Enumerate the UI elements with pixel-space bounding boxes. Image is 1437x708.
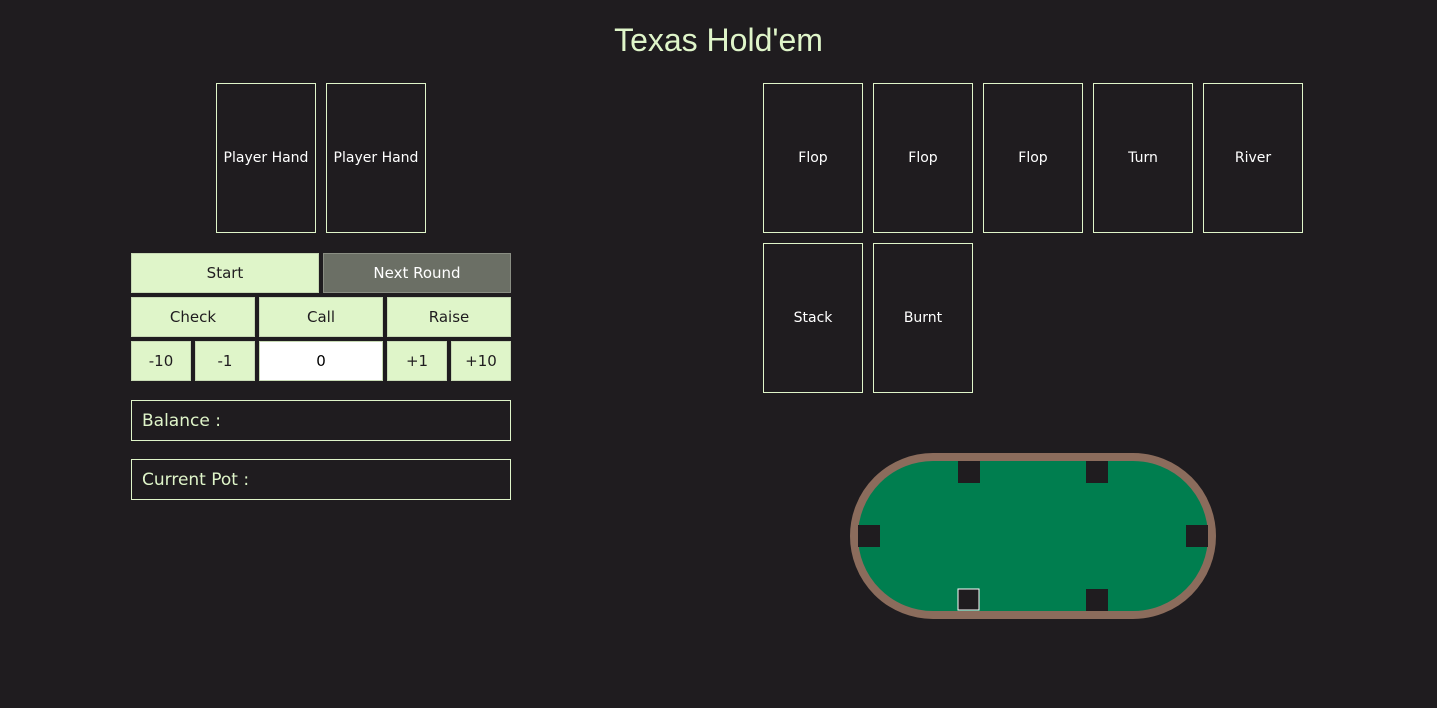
seat-player[interactable]: [957, 588, 980, 611]
poker-table: [850, 453, 1217, 624]
plus-ten-button[interactable]: +10: [451, 341, 511, 381]
current-pot-display: Current Pot :: [131, 459, 511, 500]
current-pot-label: Current Pot :: [142, 469, 250, 490]
seat-top-right[interactable]: [1086, 461, 1108, 483]
burnt-card: Burnt: [873, 243, 973, 393]
balance-display: Balance :: [131, 400, 511, 441]
minus-one-button[interactable]: -1: [195, 341, 255, 381]
river-card: River: [1203, 83, 1303, 233]
flop-card-2: Flop: [873, 83, 973, 233]
poker-table-graphic: [850, 453, 1216, 619]
raise-button[interactable]: Raise: [387, 297, 511, 337]
minus-ten-button[interactable]: -10: [131, 341, 191, 381]
seat-top-left[interactable]: [958, 461, 980, 483]
check-button[interactable]: Check: [131, 297, 255, 337]
seat-left[interactable]: [858, 525, 880, 547]
flop-card-1: Flop: [763, 83, 863, 233]
stack-card[interactable]: Stack: [763, 243, 863, 393]
balance-label: Balance :: [142, 410, 221, 431]
player-hand-card-1[interactable]: Player Hand: [216, 83, 316, 233]
start-button[interactable]: Start: [131, 253, 319, 293]
page-title: Texas Hold'em: [614, 22, 823, 58]
player-hand-card-2[interactable]: Player Hand: [326, 83, 426, 233]
turn-card: Turn: [1093, 83, 1193, 233]
flop-card-3: Flop: [983, 83, 1083, 233]
seat-bottom-right[interactable]: [1086, 589, 1108, 611]
table-felt: [850, 453, 1216, 619]
seat-right[interactable]: [1186, 525, 1208, 547]
bet-amount-input[interactable]: [259, 341, 383, 381]
next-round-button[interactable]: Next Round: [323, 253, 511, 293]
plus-one-button[interactable]: +1: [387, 341, 447, 381]
call-button[interactable]: Call: [259, 297, 383, 337]
